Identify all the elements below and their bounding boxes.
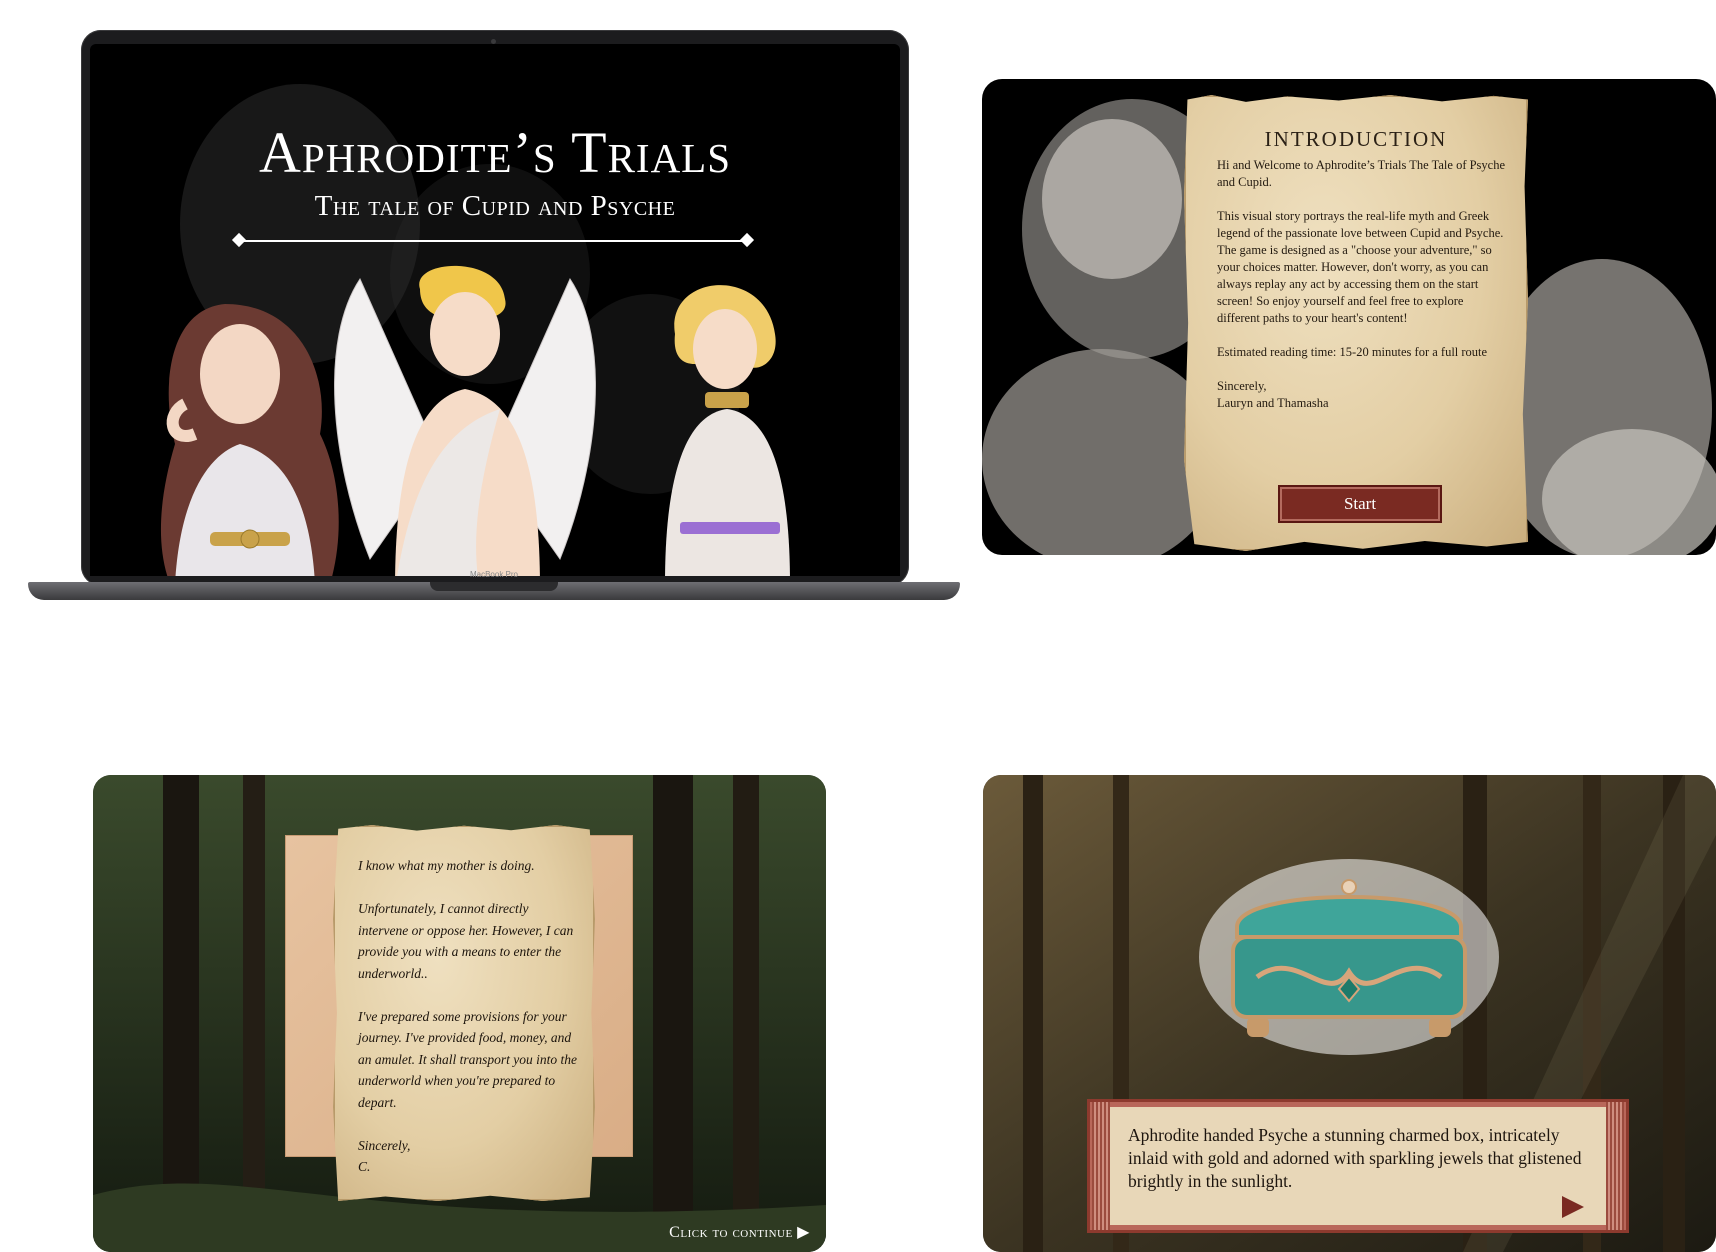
narration-text: Aphrodite handed Psyche a stunning charm… [1128,1125,1582,1191]
intro-scroll: INTRODUCTION Hi and Welcome to Aphrodite… [1184,95,1528,551]
intro-heading: INTRODUCTION [1264,127,1448,151]
letter-line: Unfortunately, I cannot directly interve… [358,901,574,981]
game-title: Aphrodite’s Trials [258,120,732,185]
pillar-right [1606,1102,1624,1230]
intro-signoff: Sincerely, [1217,379,1267,393]
device-label: MacBook Pro [469,570,519,579]
start-button[interactable]: Start [1278,485,1442,523]
cupid-character [334,265,596,576]
letter-screen: I know what my mother is doing. Unfortun… [93,775,826,1252]
aphrodite-character [665,285,790,576]
intro-screen: INTRODUCTION Hi and Welcome to Aphrodite… [982,79,1716,555]
next-arrow-icon[interactable] [1562,1196,1584,1218]
game-title-block: Aphrodite’s Trials The tale of Cupid and… [90,124,900,223]
intro-authors: Lauryn and Thamasha [1217,396,1329,410]
laptop-notch [430,582,558,591]
box-screen: Aphrodite handed Psyche a stunning charm… [983,775,1716,1252]
intro-paragraph: Hi and Welcome to Aphrodite’s Trials The… [1217,158,1506,189]
game-subtitle: The tale of Cupid and Psyche [314,190,676,222]
charmed-jewel-box [1199,859,1499,1055]
narration-box: Aphrodite handed Psyche a stunning charm… [1087,1099,1629,1233]
letter-signoff: Sincerely, [358,1137,411,1153]
intro-paragraph: Estimated reading time: 15-20 minutes fo… [1217,345,1488,359]
intro-body: Hi and Welcome to Aphrodite’s Trials The… [1217,157,1507,412]
laptop-mockup: Aphrodite’s Trials The tale of Cupid and… [28,30,960,616]
letter-paper: I know what my mother is doing. Unfortun… [333,825,595,1201]
title-screen: Aphrodite’s Trials The tale of Cupid and… [90,44,900,576]
title-divider [238,240,748,242]
letter-line: I've prepared some provisions for your j… [358,1008,577,1110]
pillar-left [1092,1102,1110,1230]
letter-signature: C. [358,1159,371,1174]
letter-body: I know what my mother is doing. Unfortun… [358,855,580,1178]
intro-paragraph: This visual story portrays the real-life… [1217,209,1504,325]
click-to-continue-button[interactable]: Click to continue ▶ [669,1222,810,1242]
letter-line: I know what my mother is doing. [358,858,535,873]
